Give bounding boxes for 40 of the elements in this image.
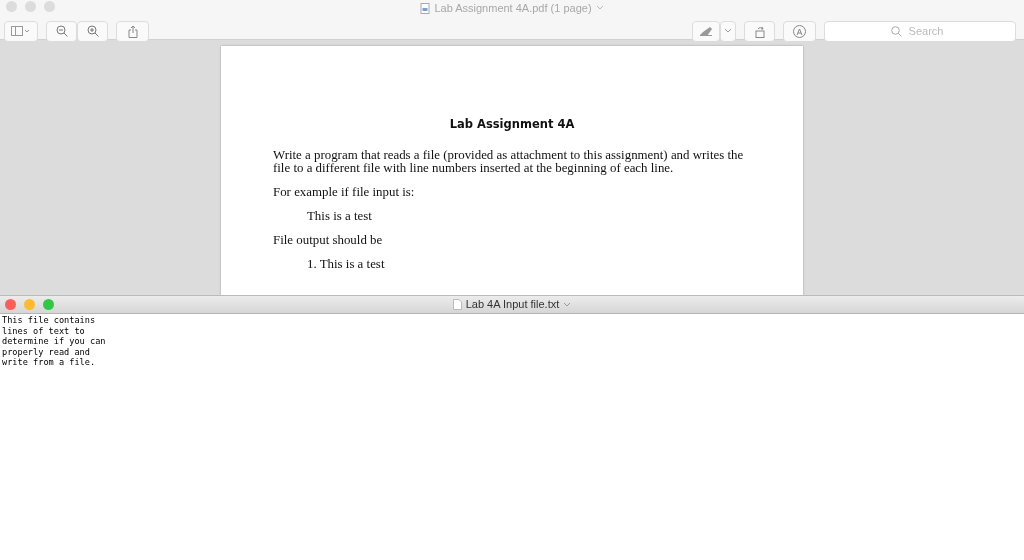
close-button[interactable]: [5, 299, 16, 310]
minimize-button[interactable]: [24, 299, 35, 310]
document-icon: [452, 299, 462, 310]
highlight-button[interactable]: [692, 20, 720, 42]
text-line: determine if you can: [2, 336, 107, 347]
document-heading: Lab Assignment 4A: [448, 116, 576, 133]
markup-button[interactable]: [783, 20, 816, 42]
window-title: Lab Assignment 4A.pdf (1 page): [434, 1, 592, 16]
text-line: This file contains: [2, 315, 97, 326]
text-line: write from a file.: [2, 357, 97, 368]
text-line: properly read and: [2, 346, 91, 357]
window-title: Lab 4A Input file.txt: [465, 297, 560, 313]
highlight-menu-button[interactable]: [720, 20, 736, 42]
example-line: This is a test: [306, 210, 373, 224]
share-icon: [127, 24, 138, 38]
zoom-button[interactable]: [44, 1, 55, 12]
paragraph: File output should be: [273, 234, 384, 248]
rotate-button[interactable]: [744, 20, 775, 42]
sidebar-icon: [11, 26, 31, 36]
chevron-down-icon[interactable]: [563, 301, 572, 308]
zoom-in-button[interactable]: [77, 20, 108, 42]
search-field[interactable]: Search: [824, 20, 1016, 42]
zoom-out-icon: [55, 25, 68, 37]
text-line: lines of text to: [2, 325, 86, 336]
zoom-in-icon: [86, 25, 99, 37]
rotate-icon: [753, 24, 766, 38]
example-line: 1. This is a test: [306, 258, 386, 272]
share-button[interactable]: [116, 20, 149, 42]
chevron-down-icon: [724, 28, 732, 34]
close-button[interactable]: [6, 1, 17, 12]
search-icon: [891, 25, 902, 37]
sidebar-button[interactable]: [4, 20, 38, 42]
chevron-down-icon[interactable]: [595, 5, 604, 12]
zoom-out-button[interactable]: [46, 20, 77, 42]
markup-icon: [793, 24, 806, 38]
zoom-button[interactable]: [43, 299, 54, 310]
minimize-button[interactable]: [25, 1, 36, 12]
paragraph: Write a program that reads a file (provided as attachment to this assignment) and writes the file to a different file with line numbers inserted at the beginning of each line.: [273, 149, 745, 176]
paragraph: For example if file input is:: [273, 186, 416, 200]
pen-icon: [699, 26, 713, 36]
